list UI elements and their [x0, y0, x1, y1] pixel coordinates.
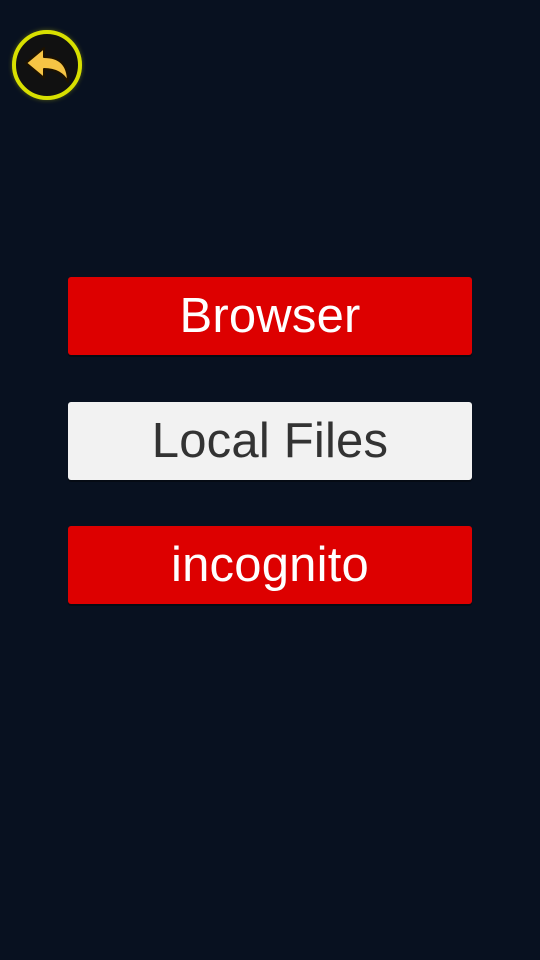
- browser-button-label: Browser: [179, 289, 361, 343]
- incognito-button[interactable]: incognito: [68, 526, 472, 604]
- back-button[interactable]: [8, 26, 86, 104]
- local-files-button[interactable]: Local Files: [68, 402, 472, 480]
- local-files-button-label: Local Files: [151, 414, 389, 468]
- screen: Browser Local Files incognito: [0, 0, 540, 960]
- browser-button[interactable]: Browser: [68, 277, 472, 355]
- back-arrow-icon: [12, 30, 82, 100]
- incognito-button-label: incognito: [171, 538, 369, 592]
